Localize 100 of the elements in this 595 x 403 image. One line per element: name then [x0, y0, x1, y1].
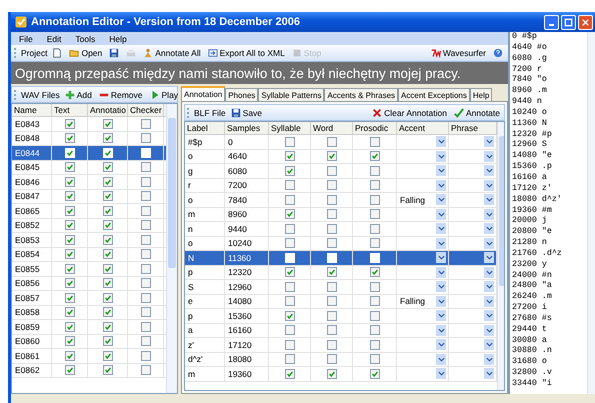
table-row[interactable]: E0858: [12, 306, 166, 320]
toolbar-button[interactable]: Open: [67, 46, 104, 60]
checkbox[interactable]: [284, 166, 294, 176]
checkbox[interactable]: [370, 224, 380, 234]
checkbox[interactable]: [102, 307, 112, 318]
checkbox[interactable]: [102, 234, 112, 245]
table-row[interactable]: z' 17120: [185, 338, 497, 352]
toolbar-button[interactable]: Export All to XML: [206, 46, 287, 60]
table-row[interactable]: E0859: [12, 320, 166, 334]
checkbox[interactable]: [326, 180, 336, 190]
checkbox[interactable]: [140, 278, 150, 288]
tab[interactable]: Accent Exceptions: [398, 88, 470, 101]
checkbox[interactable]: [370, 151, 380, 162]
checkbox[interactable]: [326, 136, 336, 147]
checkbox[interactable]: [284, 325, 294, 336]
checkbox[interactable]: [326, 282, 336, 292]
checkbox[interactable]: [140, 292, 150, 303]
toolbar-button[interactable]: Remove: [96, 88, 145, 101]
checkbox[interactable]: [326, 296, 336, 306]
checkbox[interactable]: [140, 322, 150, 332]
table-row[interactable]: p 12320: [185, 266, 497, 280]
dropdown[interactable]: Falling: [397, 294, 449, 308]
checkbox[interactable]: [64, 350, 74, 361]
toolbar-icon-button[interactable]: [491, 46, 505, 60]
table-row[interactable]: E0853: [12, 233, 166, 248]
table-row[interactable]: E0857: [12, 291, 166, 306]
column-header[interactable]: Word: [311, 122, 353, 134]
checkbox[interactable]: [140, 249, 150, 260]
menu-item[interactable]: Edit: [46, 34, 62, 44]
checkbox[interactable]: [284, 296, 294, 306]
checkbox[interactable]: [370, 310, 380, 321]
checkbox[interactable]: [284, 224, 294, 234]
toolbar-button[interactable]: Save: [228, 106, 264, 119]
checkbox[interactable]: [64, 234, 74, 245]
checkbox[interactable]: [140, 365, 150, 376]
checkbox[interactable]: [326, 368, 336, 379]
table-row[interactable]: o 7840 Falling: [185, 193, 497, 208]
tab[interactable]: Phones: [225, 88, 258, 101]
checkbox[interactable]: [326, 310, 336, 321]
checkbox[interactable]: [370, 194, 380, 205]
checkbox[interactable]: [140, 264, 150, 274]
menu-item[interactable]: Tools: [75, 34, 96, 44]
checkbox[interactable]: [102, 162, 112, 172]
checkbox[interactable]: [102, 249, 112, 260]
checkbox[interactable]: [284, 151, 294, 162]
checkbox[interactable]: [140, 133, 150, 144]
column-header[interactable]: Accent: [397, 122, 449, 134]
table-row[interactable]: m 19360: [185, 367, 497, 382]
table-row[interactable]: m 8960: [185, 208, 497, 222]
table-row[interactable]: E0854: [12, 248, 166, 262]
column-header[interactable]: Label: [185, 122, 225, 134]
checkbox[interactable]: [284, 180, 294, 190]
checkbox[interactable]: [370, 340, 380, 350]
toolbar-button[interactable]: Play: [148, 88, 180, 101]
table-row[interactable]: o 4640: [185, 150, 497, 164]
column-header[interactable]: Checker: [128, 104, 164, 116]
toolbar-button[interactable]: Wavesurfer: [428, 46, 488, 60]
table-row[interactable]: n 9440: [185, 222, 497, 236]
checkbox[interactable]: [284, 209, 294, 220]
table-row[interactable]: a 16160: [185, 324, 497, 338]
checkbox[interactable]: [64, 249, 74, 260]
checkbox[interactable]: [140, 162, 150, 172]
checkbox[interactable]: [326, 209, 336, 220]
column-header[interactable]: Name: [12, 104, 52, 116]
checkbox[interactable]: [370, 282, 380, 292]
checkbox[interactable]: [326, 354, 336, 364]
table-row[interactable]: N 11360: [185, 251, 497, 266]
checkbox[interactable]: [102, 191, 112, 202]
table-row[interactable]: E0855: [12, 262, 166, 276]
checkbox[interactable]: [102, 206, 112, 216]
table-row[interactable]: E0861: [12, 349, 166, 364]
checkbox[interactable]: [284, 136, 294, 147]
checkbox[interactable]: [64, 162, 74, 172]
checkbox[interactable]: [284, 368, 294, 379]
checkbox[interactable]: [326, 340, 336, 350]
checkbox[interactable]: [370, 166, 380, 176]
table-row[interactable]: p 15360: [185, 309, 497, 324]
checkbox[interactable]: [140, 220, 150, 230]
checkbox[interactable]: [64, 278, 74, 288]
checkbox[interactable]: [140, 350, 150, 361]
checkbox[interactable]: [326, 166, 336, 176]
checkbox[interactable]: [326, 224, 336, 234]
toolbar-button[interactable]: Annotate: [452, 106, 502, 119]
tab[interactable]: Help: [470, 88, 492, 101]
checkbox[interactable]: [102, 220, 112, 230]
checkbox[interactable]: [64, 336, 74, 346]
toolbar-button[interactable]: Annotate All: [141, 46, 203, 60]
checkbox[interactable]: [370, 325, 380, 336]
checkbox[interactable]: [64, 292, 74, 303]
checkbox[interactable]: [284, 310, 294, 321]
checkbox[interactable]: [64, 176, 74, 187]
checkbox[interactable]: [102, 264, 112, 274]
checkbox[interactable]: [64, 133, 74, 144]
checkbox[interactable]: [102, 350, 112, 361]
checkbox[interactable]: [284, 194, 294, 205]
checkbox[interactable]: [102, 118, 112, 129]
tab[interactable]: Syllable Patterns: [258, 88, 324, 101]
checkbox[interactable]: [370, 209, 380, 220]
table-row[interactable]: g 6080: [185, 164, 497, 178]
table-row[interactable]: E0846: [12, 175, 166, 190]
